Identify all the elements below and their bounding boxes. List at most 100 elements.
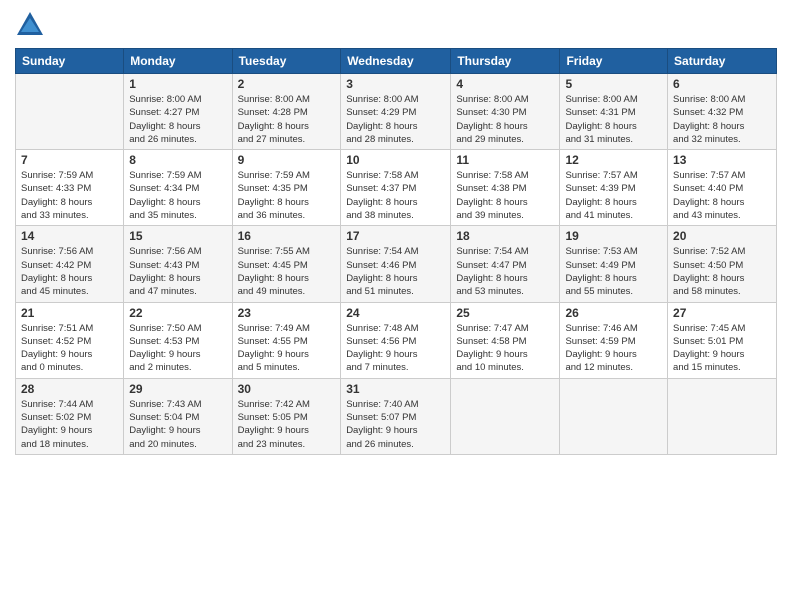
calendar-cell: 20 Sunrise: 7:52 AMSunset: 4:50 PMDayligh… bbox=[668, 226, 777, 302]
calendar-week-row: 14Sunrise: 7:56 AMSunset: 4:42 PMDayligh… bbox=[16, 226, 777, 302]
day-number: 31 bbox=[346, 382, 445, 396]
day-info: Sunrise: 7:43 AMSunset: 5:04 PMDaylight:… bbox=[129, 398, 226, 451]
calendar-cell: 8 Sunrise: 7:59 AMSunset: 4:34 PMDaylight… bbox=[124, 150, 232, 226]
day-info: Sunrise: 7:57 AMSunset: 4:39 PMDaylight:… bbox=[565, 169, 662, 222]
calendar-cell: 11 Sunrise: 7:58 AMSunset: 4:38 PMDayligh… bbox=[451, 150, 560, 226]
weekday-header-row: SundayMondayTuesdayWednesdayThursdayFrid… bbox=[16, 49, 777, 74]
day-number: 10 bbox=[346, 153, 445, 167]
calendar-cell: 10 Sunrise: 7:58 AMSunset: 4:37 PMDayligh… bbox=[341, 150, 451, 226]
calendar-cell: 28 Sunrise: 7:44 AMSunset: 5:02 PMDayligh… bbox=[16, 378, 124, 454]
day-number: 25 bbox=[456, 306, 554, 320]
calendar-cell bbox=[668, 378, 777, 454]
day-info: Sunrise: 7:50 AMSunset: 4:53 PMDaylight:… bbox=[129, 322, 226, 375]
calendar-cell: 14Sunrise: 7:56 AMSunset: 4:42 PMDayligh… bbox=[16, 226, 124, 302]
day-info: Sunrise: 7:48 AMSunset: 4:56 PMDaylight:… bbox=[346, 322, 445, 375]
day-number: 19 bbox=[565, 229, 662, 243]
day-number: 22 bbox=[129, 306, 226, 320]
day-info: Sunrise: 8:00 AMSunset: 4:32 PMDaylight:… bbox=[673, 93, 771, 146]
day-info: Sunrise: 7:45 AMSunset: 5:01 PMDaylight:… bbox=[673, 322, 771, 375]
day-info: Sunrise: 7:47 AMSunset: 4:58 PMDaylight:… bbox=[456, 322, 554, 375]
calendar-cell: 22 Sunrise: 7:50 AMSunset: 4:53 PMDayligh… bbox=[124, 302, 232, 378]
calendar-cell: 17 Sunrise: 7:54 AMSunset: 4:46 PMDayligh… bbox=[341, 226, 451, 302]
day-number: 11 bbox=[456, 153, 554, 167]
day-number: 21 bbox=[21, 306, 118, 320]
calendar-cell bbox=[451, 378, 560, 454]
day-number: 13 bbox=[673, 153, 771, 167]
day-info: Sunrise: 8:00 AMSunset: 4:31 PMDaylight:… bbox=[565, 93, 662, 146]
calendar-cell: 26Sunrise: 7:46 AMSunset: 4:59 PMDayligh… bbox=[560, 302, 668, 378]
day-number: 26 bbox=[565, 306, 662, 320]
calendar-cell: 5 Sunrise: 8:00 AMSunset: 4:31 PMDaylight… bbox=[560, 74, 668, 150]
weekday-header-monday: Monday bbox=[124, 49, 232, 74]
weekday-header-sunday: Sunday bbox=[16, 49, 124, 74]
day-number: 9 bbox=[238, 153, 336, 167]
day-info: Sunrise: 7:56 AMSunset: 4:42 PMDaylight:… bbox=[21, 245, 118, 298]
day-number: 28 bbox=[21, 382, 118, 396]
calendar-week-row: 21 Sunrise: 7:51 AMSunset: 4:52 PMDayligh… bbox=[16, 302, 777, 378]
day-number: 17 bbox=[346, 229, 445, 243]
day-number: 20 bbox=[673, 229, 771, 243]
day-info: Sunrise: 7:56 AMSunset: 4:43 PMDaylight:… bbox=[129, 245, 226, 298]
day-number: 15 bbox=[129, 229, 226, 243]
calendar-cell: 7Sunrise: 7:59 AMSunset: 4:33 PMDaylight… bbox=[16, 150, 124, 226]
day-number: 6 bbox=[673, 77, 771, 91]
day-info: Sunrise: 7:58 AMSunset: 4:38 PMDaylight:… bbox=[456, 169, 554, 222]
calendar-cell: 27Sunrise: 7:45 AMSunset: 5:01 PMDayligh… bbox=[668, 302, 777, 378]
calendar-cell: 24 Sunrise: 7:48 AMSunset: 4:56 PMDayligh… bbox=[341, 302, 451, 378]
calendar-cell: 4Sunrise: 8:00 AMSunset: 4:30 PMDaylight… bbox=[451, 74, 560, 150]
page-container: SundayMondayTuesdayWednesdayThursdayFrid… bbox=[0, 0, 792, 465]
day-number: 2 bbox=[238, 77, 336, 91]
calendar-cell: 13 Sunrise: 7:57 AMSunset: 4:40 PMDayligh… bbox=[668, 150, 777, 226]
day-number: 12 bbox=[565, 153, 662, 167]
day-number: 24 bbox=[346, 306, 445, 320]
day-number: 3 bbox=[346, 77, 445, 91]
calendar-cell: 21 Sunrise: 7:51 AMSunset: 4:52 PMDayligh… bbox=[16, 302, 124, 378]
calendar-cell: 31Sunrise: 7:40 AMSunset: 5:07 PMDayligh… bbox=[341, 378, 451, 454]
calendar-cell: 19 Sunrise: 7:53 AMSunset: 4:49 PMDayligh… bbox=[560, 226, 668, 302]
day-number: 29 bbox=[129, 382, 226, 396]
day-info: Sunrise: 8:00 AMSunset: 4:29 PMDaylight:… bbox=[346, 93, 445, 146]
calendar-cell: 30Sunrise: 7:42 AMSunset: 5:05 PMDayligh… bbox=[232, 378, 341, 454]
weekday-header-saturday: Saturday bbox=[668, 49, 777, 74]
calendar-cell: 3 Sunrise: 8:00 AMSunset: 4:29 PMDaylight… bbox=[341, 74, 451, 150]
day-info: Sunrise: 7:54 AMSunset: 4:47 PMDaylight:… bbox=[456, 245, 554, 298]
day-info: Sunrise: 7:59 AMSunset: 4:35 PMDaylight:… bbox=[238, 169, 336, 222]
day-number: 1 bbox=[129, 77, 226, 91]
calendar-cell: 1Sunrise: 8:00 AMSunset: 4:27 PMDaylight… bbox=[124, 74, 232, 150]
logo-icon bbox=[15, 10, 45, 40]
day-number: 23 bbox=[238, 306, 336, 320]
day-number: 8 bbox=[129, 153, 226, 167]
day-info: Sunrise: 7:42 AMSunset: 5:05 PMDaylight:… bbox=[238, 398, 336, 451]
day-number: 5 bbox=[565, 77, 662, 91]
calendar-cell: 18 Sunrise: 7:54 AMSunset: 4:47 PMDayligh… bbox=[451, 226, 560, 302]
logo bbox=[15, 10, 49, 40]
day-number: 18 bbox=[456, 229, 554, 243]
day-info: Sunrise: 7:44 AMSunset: 5:02 PMDaylight:… bbox=[21, 398, 118, 451]
day-info: Sunrise: 7:49 AMSunset: 4:55 PMDaylight:… bbox=[238, 322, 336, 375]
weekday-header-tuesday: Tuesday bbox=[232, 49, 341, 74]
day-info: Sunrise: 7:54 AMSunset: 4:46 PMDaylight:… bbox=[346, 245, 445, 298]
day-info: Sunrise: 7:59 AMSunset: 4:34 PMDaylight:… bbox=[129, 169, 226, 222]
calendar-cell: 6 Sunrise: 8:00 AMSunset: 4:32 PMDaylight… bbox=[668, 74, 777, 150]
day-info: Sunrise: 7:58 AMSunset: 4:37 PMDaylight:… bbox=[346, 169, 445, 222]
day-number: 7 bbox=[21, 153, 118, 167]
day-info: Sunrise: 7:52 AMSunset: 4:50 PMDaylight:… bbox=[673, 245, 771, 298]
day-info: Sunrise: 8:00 AMSunset: 4:30 PMDaylight:… bbox=[456, 93, 554, 146]
weekday-header-thursday: Thursday bbox=[451, 49, 560, 74]
day-info: Sunrise: 7:55 AMSunset: 4:45 PMDaylight:… bbox=[238, 245, 336, 298]
calendar-cell: 2 Sunrise: 8:00 AMSunset: 4:28 PMDaylight… bbox=[232, 74, 341, 150]
page-header bbox=[15, 10, 777, 40]
weekday-header-wednesday: Wednesday bbox=[341, 49, 451, 74]
day-info: Sunrise: 7:57 AMSunset: 4:40 PMDaylight:… bbox=[673, 169, 771, 222]
day-info: Sunrise: 7:53 AMSunset: 4:49 PMDaylight:… bbox=[565, 245, 662, 298]
calendar-cell: 9 Sunrise: 7:59 AMSunset: 4:35 PMDaylight… bbox=[232, 150, 341, 226]
calendar-cell: 15 Sunrise: 7:56 AMSunset: 4:43 PMDayligh… bbox=[124, 226, 232, 302]
weekday-header-friday: Friday bbox=[560, 49, 668, 74]
calendar-cell: 12 Sunrise: 7:57 AMSunset: 4:39 PMDayligh… bbox=[560, 150, 668, 226]
calendar-week-row: 28 Sunrise: 7:44 AMSunset: 5:02 PMDayligh… bbox=[16, 378, 777, 454]
day-info: Sunrise: 8:00 AMSunset: 4:28 PMDaylight:… bbox=[238, 93, 336, 146]
day-info: Sunrise: 7:51 AMSunset: 4:52 PMDaylight:… bbox=[21, 322, 118, 375]
calendar-cell: 25 Sunrise: 7:47 AMSunset: 4:58 PMDayligh… bbox=[451, 302, 560, 378]
calendar-cell: 23 Sunrise: 7:49 AMSunset: 4:55 PMDayligh… bbox=[232, 302, 341, 378]
calendar-table: SundayMondayTuesdayWednesdayThursdayFrid… bbox=[15, 48, 777, 455]
